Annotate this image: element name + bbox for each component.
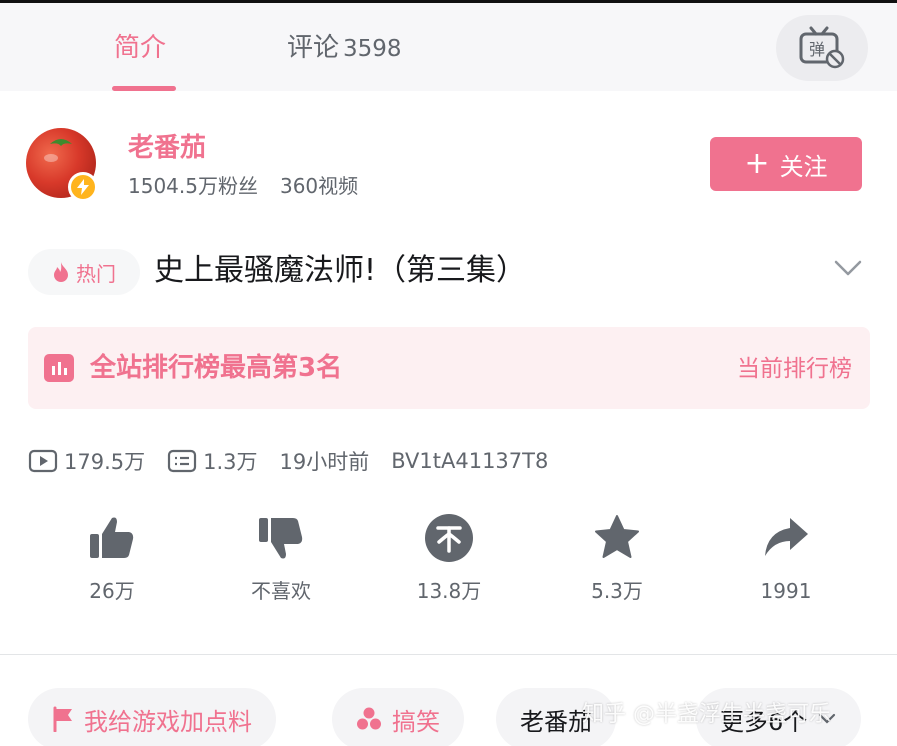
view-count: 179.5万 <box>28 446 145 476</box>
chevron-down-icon[interactable] <box>832 256 864 280</box>
follow-label: 关注 <box>779 152 828 181</box>
danmaku-glyph: 弹 <box>809 40 825 59</box>
like-button[interactable]: 26万 <box>42 512 182 612</box>
action-row: 26万 不喜欢 13.8万 5.3万 1991 <box>0 512 897 612</box>
tab-intro[interactable]: 简介 <box>114 31 166 65</box>
publish-time: 19小时前 <box>280 446 370 476</box>
verified-badge-icon <box>68 172 98 202</box>
comments-count: 3598 <box>343 36 402 62</box>
danmaku-off-icon: 弹 <box>799 26 845 69</box>
tag-chip-activity[interactable]: 我给游戏加点料 <box>28 688 276 746</box>
bvid-value: BV1tA41137T8 <box>391 449 549 473</box>
tab-comments-label: 评论 <box>287 33 340 63</box>
tab-bar: 简介 评论 3598 弹 <box>0 3 897 91</box>
danmaku-count: 1.3万 <box>167 446 258 476</box>
coin-count: 13.8万 <box>416 579 482 603</box>
flame-icon <box>54 262 68 282</box>
tag-chip-activity-label: 我给游戏加点料 <box>84 707 252 736</box>
uploader-name[interactable]: 老番茄 <box>128 130 206 166</box>
video-title: 史上最骚魔法师!（第三集） <box>154 253 527 288</box>
danmaku-count-icon <box>168 449 197 473</box>
tab-comments[interactable]: 评论 3598 <box>287 31 402 66</box>
current-rank-link[interactable]: 当前排行榜 <box>737 353 852 385</box>
dislike-button[interactable]: 不喜欢 <box>211 512 351 612</box>
publish-time-value: 19小时前 <box>279 450 370 474</box>
coin-button[interactable]: 13.8万 <box>379 512 519 612</box>
active-tab-indicator <box>112 86 176 91</box>
hot-tag-label: 热门 <box>76 261 116 286</box>
funny-icon <box>357 707 381 730</box>
favorite-count: 5.3万 <box>591 579 643 603</box>
tag-chip-funny[interactable]: 搞笑 <box>332 688 464 746</box>
play-count-icon <box>28 449 58 473</box>
bvid: BV1tA41137T8 <box>391 449 548 473</box>
plus-icon: + <box>744 146 770 181</box>
rank-text: 全站排行榜最高第3名 <box>90 353 343 383</box>
tab-intro-label: 简介 <box>114 33 167 63</box>
fans-count: 1504.5万粉丝 <box>128 174 258 198</box>
section-divider <box>0 654 897 655</box>
rank-banner[interactable]: 全站排行榜最高第3名 当前排行榜 <box>28 327 870 409</box>
uploader-avatar[interactable] <box>26 128 98 202</box>
favorite-button[interactable]: 5.3万 <box>547 512 687 612</box>
share-icon <box>765 518 808 556</box>
share-count: 1991 <box>760 579 812 603</box>
tag-chip-funny-label: 搞笑 <box>392 707 440 736</box>
view-count-value: 179.5万 <box>64 450 146 474</box>
danmaku-count-value: 1.3万 <box>203 450 258 474</box>
like-icon <box>90 517 134 558</box>
follow-button[interactable]: + 关注 <box>710 137 862 191</box>
dislike-icon <box>259 518 303 559</box>
favorite-icon <box>595 515 639 558</box>
video-meta: 179.5万 1.3万 19小时前 BV1tA41137T8 <box>28 445 548 477</box>
dislike-label: 不喜欢 <box>251 579 311 603</box>
watermark: 知乎 @半盏浮生半盏可乐 <box>582 702 831 727</box>
video-count: 360视频 <box>279 174 359 198</box>
like-count: 26万 <box>89 579 135 603</box>
hot-tag[interactable]: 热门 <box>28 249 140 295</box>
danmaku-toggle-button[interactable]: 弹 <box>776 15 868 81</box>
uploader-stats: 1504.5万粉丝 360视频 <box>128 172 358 200</box>
flag-icon <box>53 706 72 732</box>
coin-icon <box>425 514 473 562</box>
share-button[interactable]: 1991 <box>716 512 856 612</box>
ranking-icon <box>44 354 74 382</box>
